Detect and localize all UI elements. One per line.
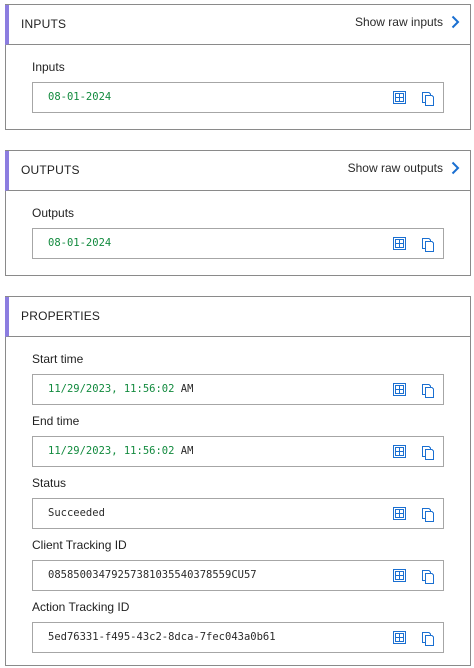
action-tracking-id-label: Action Tracking ID — [32, 600, 130, 614]
table-view-icon[interactable] — [393, 445, 406, 458]
status-label: Status — [32, 476, 67, 490]
copy-icon[interactable] — [421, 444, 435, 460]
action-tracking-id-field[interactable]: 5ed76331-f495-43c2-8dca-7fec043a0b61 — [32, 622, 444, 653]
table-view-icon[interactable] — [393, 631, 406, 644]
action-tracking-id-value: 5ed76331-f495-43c2-8dca-7fec043a0b61 — [48, 631, 276, 643]
client-tracking-id-value: 08585003479257381035540378559CU57 — [48, 569, 257, 581]
table-view-icon[interactable] — [393, 237, 406, 250]
end-time-value: 11/29/2023, 11:56:02 AM — [48, 445, 194, 457]
inputs-field-label: Inputs — [32, 60, 65, 74]
show-raw-inputs-link[interactable]: Show raw inputs — [355, 15, 460, 29]
copy-icon[interactable] — [421, 382, 435, 398]
start-time-label: Start time — [32, 352, 84, 366]
chevron-right-icon — [451, 15, 460, 29]
start-time-field[interactable]: 11/29/2023, 11:56:02 AM — [32, 374, 444, 405]
table-view-icon[interactable] — [393, 569, 406, 582]
properties-title: PROPERTIES — [21, 309, 101, 323]
properties-header: PROPERTIES — [5, 297, 470, 337]
show-raw-outputs-label: Show raw outputs — [347, 161, 443, 175]
table-view-icon[interactable] — [393, 91, 406, 104]
outputs-panel: OUTPUTS Show raw outputs Outputs 08-01-2… — [5, 150, 471, 276]
status-field[interactable]: Succeeded — [32, 498, 444, 529]
outputs-field[interactable]: 08-01-2024 — [32, 228, 444, 259]
start-time-value: 11/29/2023, 11:56:02 AM — [48, 383, 194, 395]
copy-icon[interactable] — [421, 506, 435, 522]
copy-icon[interactable] — [421, 568, 435, 584]
table-view-icon[interactable] — [393, 383, 406, 396]
inputs-title: INPUTS — [21, 17, 67, 31]
outputs-value: 08-01-2024 — [48, 237, 112, 249]
inputs-field[interactable]: 08-01-2024 — [32, 82, 444, 113]
outputs-header: OUTPUTS Show raw outputs — [5, 151, 470, 191]
client-tracking-id-field[interactable]: 08585003479257381035540378559CU57 — [32, 560, 444, 591]
inputs-panel: INPUTS Show raw inputs Inputs 08-01-2024 — [5, 4, 471, 130]
properties-panel: PROPERTIES Start time 11/29/2023, 11:56:… — [5, 296, 471, 666]
inputs-value: 08-01-2024 — [48, 91, 112, 103]
copy-icon[interactable] — [421, 630, 435, 646]
show-raw-inputs-label: Show raw inputs — [354, 15, 443, 29]
status-value: Succeeded — [48, 507, 105, 519]
end-time-field[interactable]: 11/29/2023, 11:56:02 AM — [32, 436, 444, 467]
outputs-title: OUTPUTS — [21, 163, 80, 177]
outputs-field-label: Outputs — [32, 206, 75, 220]
table-view-icon[interactable] — [393, 507, 406, 520]
show-raw-outputs-link[interactable]: Show raw outputs — [348, 161, 460, 175]
chevron-right-icon — [451, 161, 460, 175]
end-time-label: End time — [32, 414, 80, 428]
copy-icon[interactable] — [421, 90, 435, 106]
copy-icon[interactable] — [421, 236, 435, 252]
inputs-header: INPUTS Show raw inputs — [5, 5, 470, 45]
client-tracking-id-label: Client Tracking ID — [32, 538, 127, 552]
